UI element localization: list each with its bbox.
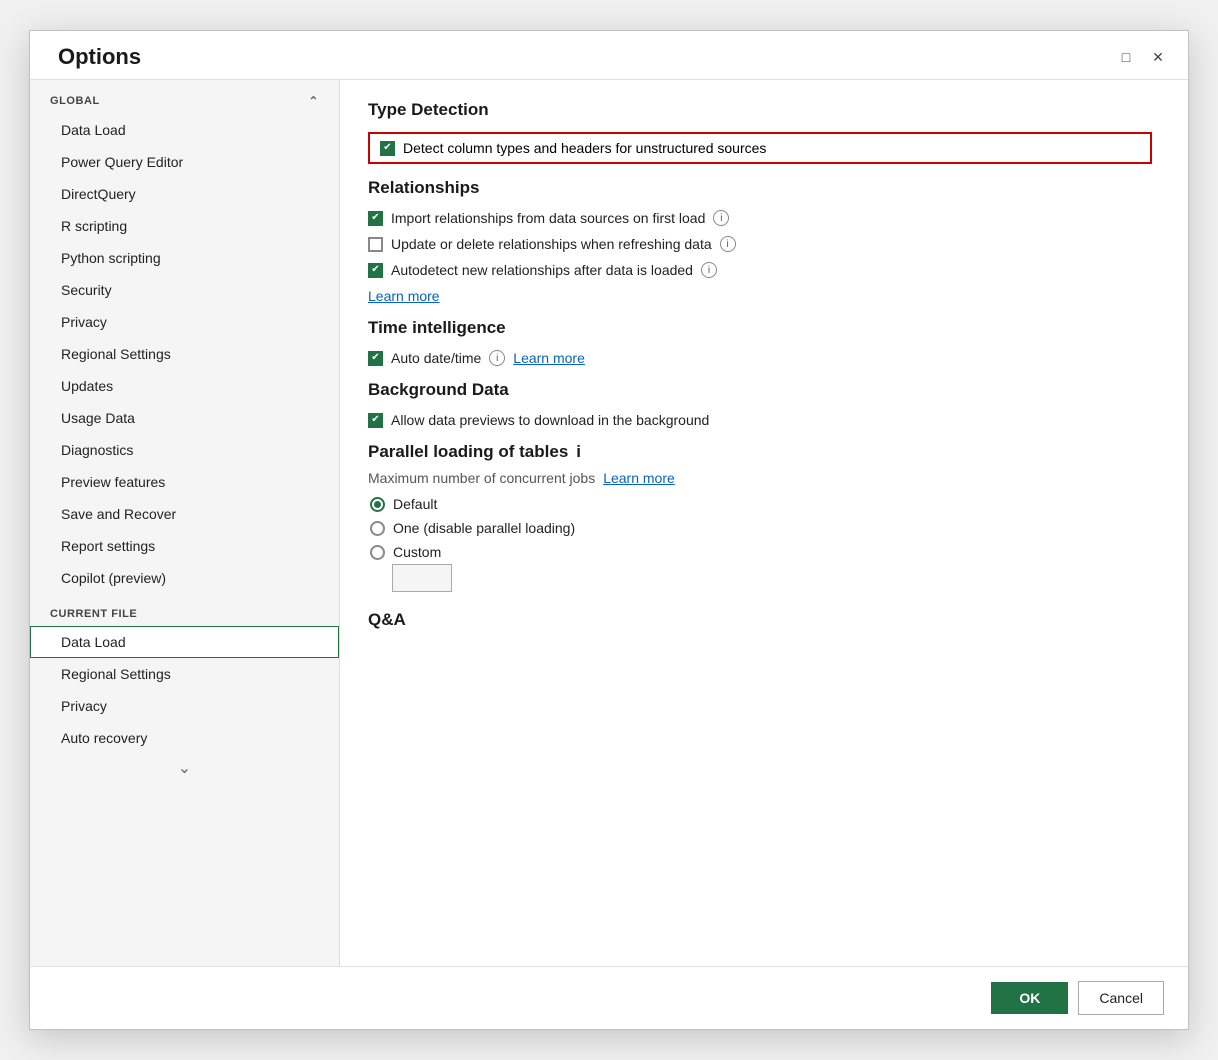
- autodetect-relationships-label: Autodetect new relationships after data …: [391, 262, 693, 278]
- sidebar-item-preview-features[interactable]: Preview features: [30, 466, 339, 498]
- relationships-learn-more-link[interactable]: Learn more: [368, 288, 440, 304]
- relationship-option-1: ✔ Import relationships from data sources…: [368, 210, 1152, 226]
- sidebar-item-directquery[interactable]: DirectQuery: [30, 178, 339, 210]
- parallel-loading-title: Parallel loading of tables: [368, 442, 568, 462]
- import-relationships-label: Import relationships from data sources o…: [391, 210, 705, 226]
- sidebar-item-diagnostics[interactable]: Diagnostics: [30, 434, 339, 466]
- sidebar-item-python-scripting[interactable]: Python scripting: [30, 242, 339, 274]
- parallel-default-radio[interactable]: [370, 497, 385, 512]
- parallel-default-label: Default: [393, 496, 437, 512]
- sidebar-item-current-auto-recovery[interactable]: Auto recovery: [30, 722, 339, 754]
- parallel-custom-radio[interactable]: [370, 545, 385, 560]
- parallel-custom-input[interactable]: [392, 564, 452, 592]
- parallel-learn-more-link[interactable]: Learn more: [603, 470, 675, 486]
- sidebar-item-power-query-editor[interactable]: Power Query Editor: [30, 146, 339, 178]
- relationship-option-3: ✔ Autodetect new relationships after dat…: [368, 262, 1152, 278]
- sidebar-item-data-load[interactable]: Data Load: [30, 114, 339, 146]
- sidebar-item-save-and-recover[interactable]: Save and Recover: [30, 498, 339, 530]
- sidebar-item-updates[interactable]: Updates: [30, 370, 339, 402]
- detect-types-checkmark: ✔: [383, 143, 391, 153]
- sidebar: GLOBAL ⌃ Data Load Power Query Editor Di…: [30, 80, 340, 966]
- options-dialog: Options □ ✕ GLOBAL ⌃ Data Load Power Que…: [29, 30, 1189, 1030]
- parallel-custom-label: Custom: [393, 544, 441, 560]
- background-data-checkbox[interactable]: ✔: [368, 413, 383, 428]
- time-intelligence-row: ✔ Auto date/time i Learn more: [368, 350, 1152, 366]
- sidebar-item-r-scripting[interactable]: R scripting: [30, 210, 339, 242]
- parallel-option-one: One (disable parallel loading): [370, 520, 1152, 536]
- relationships-title: Relationships: [368, 178, 1152, 198]
- type-detection-title: Type Detection: [368, 100, 1152, 120]
- autodetect-relationships-info-icon[interactable]: i: [701, 262, 717, 278]
- sidebar-item-report-settings[interactable]: Report settings: [30, 530, 339, 562]
- parallel-option-default: Default: [370, 496, 1152, 512]
- sidebar-scroll-down[interactable]: ⌄: [30, 754, 339, 782]
- sidebar-item-copilot[interactable]: Copilot (preview): [30, 562, 339, 594]
- time-intelligence-title: Time intelligence: [368, 318, 1152, 338]
- sidebar-item-current-privacy[interactable]: Privacy: [30, 690, 339, 722]
- update-relationships-checkbox[interactable]: [368, 237, 383, 252]
- sidebar-item-regional-settings[interactable]: Regional Settings: [30, 338, 339, 370]
- current-file-section-header: CURRENT FILE: [30, 594, 339, 626]
- parallel-loading-radio-group: Default One (disable parallel loading) C…: [370, 496, 1152, 560]
- background-data-label: Allow data previews to download in the b…: [391, 412, 709, 428]
- max-jobs-row: Maximum number of concurrent jobs Learn …: [368, 470, 1152, 486]
- relationships-learn-more-row: Learn more: [368, 288, 1152, 304]
- ok-button[interactable]: OK: [991, 982, 1068, 1014]
- global-chevron-icon: ⌃: [308, 94, 319, 108]
- max-jobs-label: Maximum number of concurrent jobs: [368, 470, 595, 486]
- footer: OK Cancel: [30, 966, 1188, 1029]
- main-content: GLOBAL ⌃ Data Load Power Query Editor Di…: [30, 79, 1188, 966]
- sidebar-item-usage-data[interactable]: Usage Data: [30, 402, 339, 434]
- qa-title: Q&A: [368, 610, 1152, 630]
- sidebar-item-current-data-load[interactable]: Data Load: [30, 626, 339, 658]
- import-relationships-info-icon[interactable]: i: [713, 210, 729, 226]
- time-intelligence-learn-more-link[interactable]: Learn more: [513, 350, 585, 366]
- title-bar: Options □ ✕: [30, 31, 1188, 79]
- global-section-header: GLOBAL ⌃: [30, 80, 339, 114]
- dialog-title: Options: [58, 44, 141, 70]
- parallel-loading-info-icon[interactable]: i: [576, 442, 581, 462]
- background-data-title: Background Data: [368, 380, 1152, 400]
- import-relationships-checkbox[interactable]: ✔: [368, 211, 383, 226]
- close-button[interactable]: ✕: [1144, 43, 1172, 71]
- auto-datetime-checkbox[interactable]: ✔: [368, 351, 383, 366]
- update-relationships-info-icon[interactable]: i: [720, 236, 736, 252]
- auto-datetime-label: Auto date/time: [391, 350, 481, 366]
- type-detection-highlight-row: ✔ Detect column types and headers for un…: [368, 132, 1152, 164]
- sidebar-item-privacy[interactable]: Privacy: [30, 306, 339, 338]
- parallel-one-radio[interactable]: [370, 521, 385, 536]
- cancel-button[interactable]: Cancel: [1078, 981, 1164, 1015]
- autodetect-relationships-checkbox[interactable]: ✔: [368, 263, 383, 278]
- detect-types-checkbox[interactable]: ✔: [380, 141, 395, 156]
- auto-datetime-info-icon[interactable]: i: [489, 350, 505, 366]
- sidebar-item-security[interactable]: Security: [30, 274, 339, 306]
- maximize-button[interactable]: □: [1112, 43, 1140, 71]
- relationship-option-2: Update or delete relationships when refr…: [368, 236, 1152, 252]
- background-data-row: ✔ Allow data previews to download in the…: [368, 412, 1152, 428]
- right-panel: Type Detection ✔ Detect column types and…: [340, 80, 1188, 966]
- detect-types-label: Detect column types and headers for unst…: [403, 140, 766, 156]
- sidebar-item-current-regional-settings[interactable]: Regional Settings: [30, 658, 339, 690]
- parallel-one-label: One (disable parallel loading): [393, 520, 575, 536]
- parallel-option-custom: Custom: [370, 544, 1152, 560]
- window-controls: □ ✕: [1112, 43, 1172, 71]
- parallel-loading-header: Parallel loading of tables i: [368, 442, 1152, 462]
- update-relationships-label: Update or delete relationships when refr…: [391, 236, 712, 252]
